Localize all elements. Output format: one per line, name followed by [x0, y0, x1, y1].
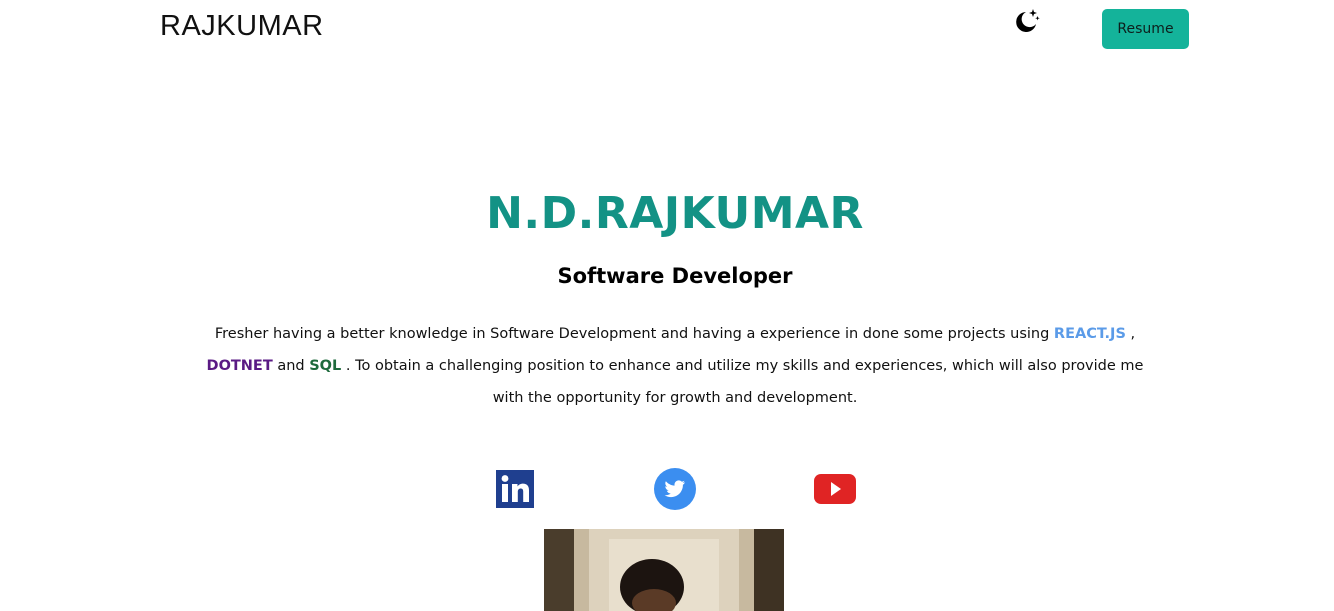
bio-text: . To obtain a challenging position to en…	[341, 358, 1144, 406]
bio-text: ,	[1125, 326, 1136, 342]
hero-name: N.D.RAJKUMAR	[486, 188, 864, 239]
keyword-dotnet: DOTNET	[206, 358, 273, 374]
keyword-react: REACT.JS	[1053, 326, 1126, 342]
profile-photo	[544, 529, 784, 611]
linkedin-icon[interactable]	[496, 470, 534, 508]
bio-text: Fresher having a better knowledge in Sof…	[214, 326, 1054, 342]
keyword-sql: SQL	[309, 358, 342, 374]
moon-stars-icon[interactable]	[1010, 6, 1042, 38]
bio-paragraph: Fresher having a better knowledge in Sof…	[200, 318, 1150, 414]
brand-logo[interactable]: RAJKUMAR	[160, 10, 324, 43]
youtube-icon[interactable]	[814, 474, 856, 504]
hero-role: Software Developer	[557, 264, 793, 288]
resume-button[interactable]: Resume	[1102, 9, 1189, 49]
navbar: RAJKUMAR Resume	[0, 0, 1334, 60]
bio-text: and	[272, 358, 310, 374]
twitter-icon[interactable]	[654, 468, 696, 510]
